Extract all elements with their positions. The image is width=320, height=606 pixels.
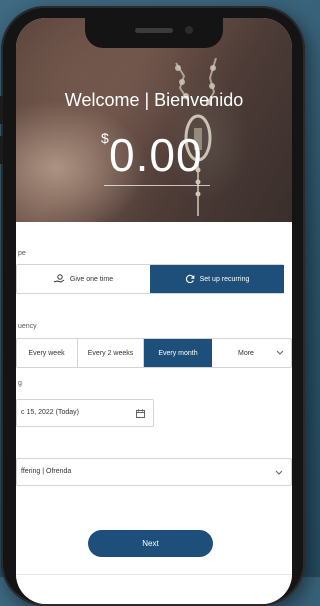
amount-underline xyxy=(104,185,210,186)
speaker-grille xyxy=(135,28,173,33)
phone-frame: Welcome | Bienvenido $ 0.00 pe Give one … xyxy=(0,6,305,606)
give-one-time-button[interactable]: Give one time xyxy=(16,265,150,293)
frequency-every-week[interactable]: Every week xyxy=(16,339,78,367)
hero-banner: Welcome | Bienvenido $ 0.00 xyxy=(16,18,292,222)
calendar-icon[interactable] xyxy=(136,409,145,418)
refresh-icon xyxy=(185,274,194,284)
frequency-more-label: More xyxy=(238,349,254,357)
donation-form: pe Give one time Set up recurring uency … xyxy=(16,222,292,604)
type-label: pe xyxy=(18,250,26,257)
date-label: g xyxy=(18,380,22,387)
volume-down-button xyxy=(0,136,3,164)
phone-notch xyxy=(85,18,223,48)
frequency-every-2-weeks[interactable]: Every 2 weeks xyxy=(78,339,144,367)
start-date-value: c 15, 2022 (Today) xyxy=(21,409,79,416)
welcome-title: Welcome | Bienvenido xyxy=(64,90,244,110)
frequency-every-month[interactable]: Every month xyxy=(144,339,212,367)
frequency-label: uency xyxy=(18,323,37,330)
fund-select[interactable]: ffering | Ofrenda xyxy=(16,458,292,486)
give-one-time-label: Give one time xyxy=(69,275,114,283)
start-date-input[interactable]: c 15, 2022 (Today) xyxy=(16,399,154,427)
next-button[interactable]: Next xyxy=(88,530,213,557)
amount-value: 0.00 xyxy=(109,129,203,181)
phone-screen: Welcome | Bienvenido $ 0.00 pe Give one … xyxy=(16,18,292,604)
chevron-down-icon xyxy=(275,470,283,475)
currency-symbol: $ xyxy=(101,130,109,146)
hand-coin-icon xyxy=(53,274,65,283)
set-up-recurring-button[interactable]: Set up recurring xyxy=(150,265,284,293)
fund-select-value: ffering | Ofrenda xyxy=(21,468,72,475)
frequency-more-select[interactable]: More xyxy=(212,339,292,367)
footer-divider xyxy=(16,574,292,575)
chevron-down-icon xyxy=(276,350,284,355)
set-up-recurring-label: Set up recurring xyxy=(199,275,250,283)
front-camera xyxy=(185,26,193,34)
volume-up-button xyxy=(0,96,3,124)
